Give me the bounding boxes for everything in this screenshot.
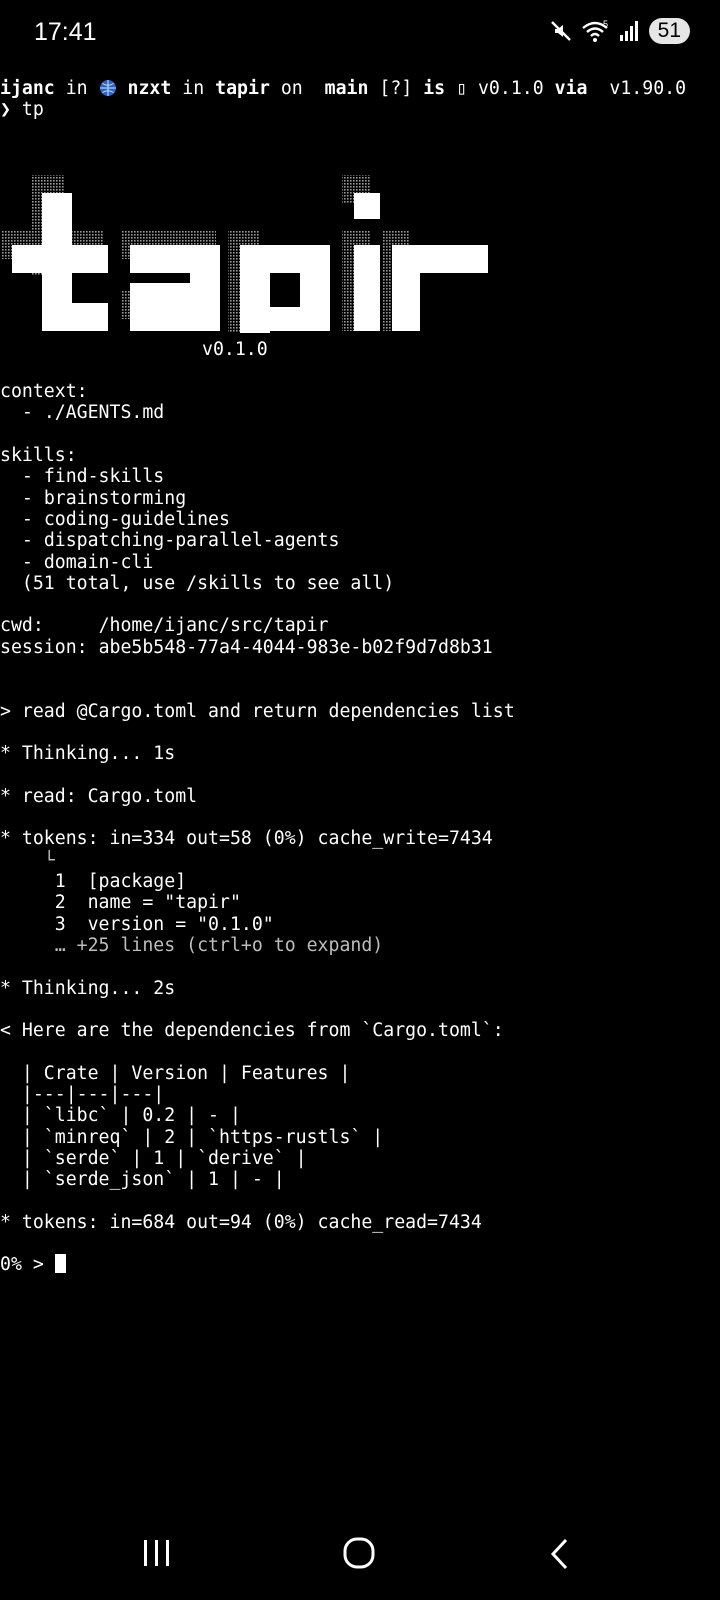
table-line: | `minreq` | 2 | `https-rustls` |	[21, 1126, 384, 1148]
status-bar: 17:41 5 51	[0, 0, 720, 66]
tool-call-read: * read: Cargo.toml	[0, 785, 198, 807]
session-value: abe5b548-77a4-4044-983e-b02f9d7d8b31	[98, 636, 493, 658]
skills-header: skills:	[0, 445, 77, 467]
battery-icon: 51	[648, 18, 690, 44]
thinking-status: * Thinking... 1s	[0, 743, 176, 765]
table-line: | `serde_json` | 1 | - |	[21, 1169, 285, 1191]
signal-icon	[619, 21, 638, 41]
svg-text:5: 5	[603, 19, 608, 29]
tapir-logo: tapir	[0, 133, 720, 395]
skill-item: - domain-cli	[0, 551, 154, 573]
input-prompt: 0% >	[0, 1254, 55, 1276]
skill-item: - brainstorming	[0, 487, 187, 509]
skill-item: - coding-guidelines	[0, 508, 230, 530]
table-line: | Crate | Version | Features |	[21, 1062, 351, 1084]
command-line: ❯ tp	[0, 99, 720, 120]
context-header: context:	[0, 381, 88, 403]
input-line[interactable]: 0% >	[0, 1254, 720, 1275]
assistant-reply: < Here are the dependencies from `Cargo.…	[0, 1020, 504, 1042]
tree-corner: └	[43, 849, 55, 871]
status-icons: 5 51	[549, 18, 690, 44]
package-icon: ▯	[445, 78, 468, 99]
table-line: | `serde` | 1 | `derive` |	[21, 1147, 307, 1169]
file-line: 1 [package]	[54, 871, 187, 893]
banner-version: v0.1.0	[202, 338, 268, 360]
token-usage: * tokens: in=684 out=94 (0%) cache_read=…	[0, 1211, 482, 1233]
wifi-icon: 5	[581, 19, 608, 42]
status-time: 17:41	[34, 18, 97, 46]
session-line: session: abe5b548-77a4-4044-983e-b02f9d7…	[0, 636, 493, 658]
context-item: - ./AGENTS.md	[0, 402, 165, 424]
table-line: |---|---|---|	[21, 1083, 165, 1105]
cwd-line: cwd: /home/ijanc/src/tapir	[0, 615, 329, 637]
skill-item: - dispatching-parallel-agents	[0, 530, 340, 552]
shell-prompt-line: ijanc in nzxt in tapir on main [?] is ▯ …	[0, 78, 687, 99]
globe-icon	[99, 80, 116, 96]
file-line: 3 version = "0.1.0"	[54, 913, 274, 935]
skill-item: - find-skills	[0, 466, 165, 488]
cwd-value: /home/ijanc/src/tapir	[98, 615, 329, 637]
prompt-user: ijanc	[0, 78, 55, 99]
home-icon[interactable]	[342, 1537, 376, 1569]
mute-icon	[550, 21, 571, 41]
prompt-arrow: ❯	[0, 99, 11, 121]
token-usage: * tokens: in=334 out=58 (0%) cache_write…	[0, 828, 493, 850]
table-line: | `libc` | 0.2 | - |	[21, 1105, 241, 1127]
tapir-logo-art	[2, 174, 488, 395]
prompt-version: v0.1.0	[467, 78, 555, 99]
terminal: ijanc in nzxt in tapir on main [?] is ▯ …	[0, 78, 720, 1276]
thinking-status: * Thinking... 2s	[0, 977, 176, 999]
prompt-dir: tapir	[215, 78, 270, 99]
navigation-bar	[0, 1500, 720, 1600]
back-icon[interactable]	[548, 1538, 572, 1570]
command-text: tp	[10, 99, 44, 121]
file-line: 2 name = "tapir"	[54, 892, 241, 914]
expand-hint[interactable]: … +25 lines (ctrl+o to expand)	[0, 935, 720, 956]
prompt-git-status: [?]	[368, 78, 424, 99]
skills-summary: (51 total, use /skills to see all)	[21, 572, 395, 594]
prompt-rust-version: v1.90.0	[587, 78, 687, 99]
text-cursor[interactable]	[54, 1254, 66, 1274]
recent-apps-icon[interactable]	[141, 1538, 173, 1568]
prompt-branch: main	[324, 78, 369, 99]
user-message: > read @Cargo.toml and return dependenci…	[0, 700, 515, 722]
banner-version-line: v0.1.0	[0, 339, 720, 360]
prompt-host: nzxt	[127, 78, 172, 99]
